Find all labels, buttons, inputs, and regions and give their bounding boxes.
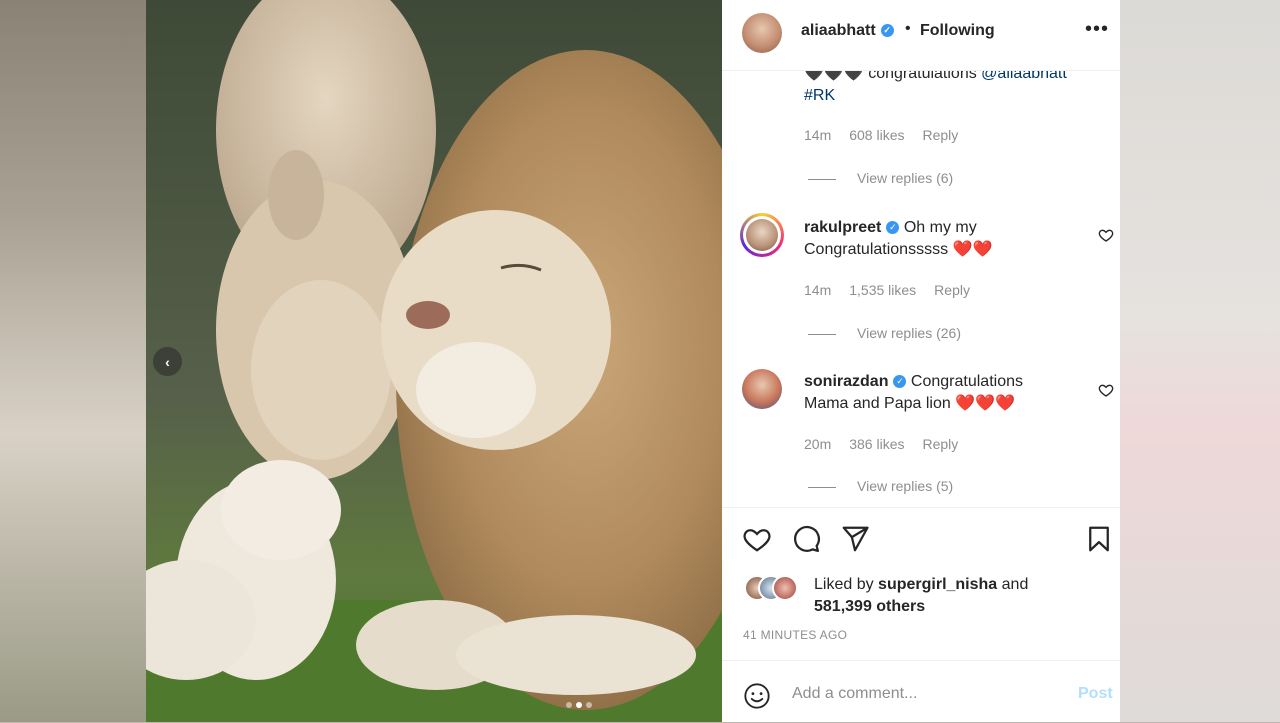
liker-avatar [772,575,798,601]
post-comment-button[interactable]: Post [1078,685,1113,703]
commenter-username[interactable]: rakulpreet [804,219,881,236]
heart-emoji: ❤️❤️ [952,241,993,258]
like-comment-heart-icon[interactable] [1098,227,1114,243]
comment-text: sonirazdan ✓ Congratulations Mama and Pap… [804,373,1023,412]
comment-text: rakulpreet ✓ Oh my my Congratulationsssss… [804,219,993,258]
ellipsis-icon[interactable]: ••• [1085,18,1109,41]
post-header: aliaabhatt ✓ • Following ••• [722,0,1120,71]
author-username[interactable]: aliaabhatt [801,22,876,39]
bookmark-save-icon[interactable] [1084,524,1114,554]
share-send-icon[interactable] [840,524,870,554]
following-button[interactable]: Following [920,22,995,40]
comment-text: 🖤🖤🖤 congratulations @aliaabhatt #RK [804,71,1067,107]
background-blur-right [1120,0,1280,722]
carousel-dot [586,702,592,708]
comment-meta: 20m 386 likes Reply [804,436,976,452]
verified-badge-icon: ✓ [880,24,894,38]
liked-by-user[interactable]: supergirl_nisha [878,576,997,593]
commenter-username[interactable]: sonirazdan [804,373,888,390]
separator-dot: • [905,20,911,37]
reply-button[interactable]: Reply [934,282,970,298]
hashtag-link[interactable]: #RK [804,87,835,104]
view-replies-button[interactable]: View replies (6) [808,170,953,186]
view-replies-button[interactable]: View replies (26) [808,325,961,341]
comment-input[interactable]: Add a comment... [792,685,917,703]
comment-likes[interactable]: 1,535 likes [849,282,916,298]
post-side-panel: aliaabhatt ✓ • Following ••• 🖤🖤🖤 congratu… [722,0,1120,722]
comment-meta: 14m 1,535 likes Reply [804,282,988,298]
post-timestamp[interactable]: 41 MINUTES AGO [743,628,847,642]
carousel-dot [566,702,572,708]
view-replies-button[interactable]: View replies (5) [808,478,953,494]
liked-by-text: Liked by supergirl_nisha and 581,399 oth… [814,576,1029,615]
emoji-smiley-icon[interactable] [743,682,771,710]
reply-button[interactable]: Reply [923,436,959,452]
comment-meta: 14m 608 likes Reply [804,127,976,143]
comment-time[interactable]: 14m [804,127,831,143]
post-actions: Liked by supergirl_nisha and 581,399 oth… [722,507,1120,660]
comment-bubble-icon[interactable] [791,524,821,554]
comment-time[interactable]: 20m [804,436,831,452]
like-heart-icon[interactable] [742,524,772,554]
previous-image-button[interactable]: ‹ [153,347,182,376]
comment-likes[interactable]: 386 likes [849,436,904,452]
add-comment-bar: Add a comment... Post [722,660,1120,723]
mention-link[interactable]: @aliaabhatt [981,71,1067,82]
comments-list[interactable]: 🖤🖤🖤 congratulations @aliaabhatt #RK 14m 6… [722,71,1120,506]
verified-badge-icon: ✓ [886,221,900,235]
comment-time[interactable]: 14m [804,282,831,298]
commenter-avatar[interactable] [742,369,782,409]
background-blur-left [0,0,146,722]
author-avatar[interactable] [742,13,782,53]
heart-emoji: ❤️❤️❤️ [955,395,1015,412]
chevron-left-icon: ‹ [165,353,170,370]
post-photo[interactable] [146,0,722,722]
like-comment-heart-icon[interactable] [1098,382,1114,398]
comment-likes[interactable]: 608 likes [849,127,904,143]
carousel-dot-active [576,702,582,708]
commenter-avatar-story[interactable] [740,213,784,257]
carousel-dots [566,702,592,708]
lion-family-image [146,0,722,722]
likes-count-button[interactable]: 581,399 others [814,598,925,615]
liker-avatars[interactable] [744,575,808,601]
verified-badge-icon: ✓ [893,375,907,389]
reply-button[interactable]: Reply [923,127,959,143]
